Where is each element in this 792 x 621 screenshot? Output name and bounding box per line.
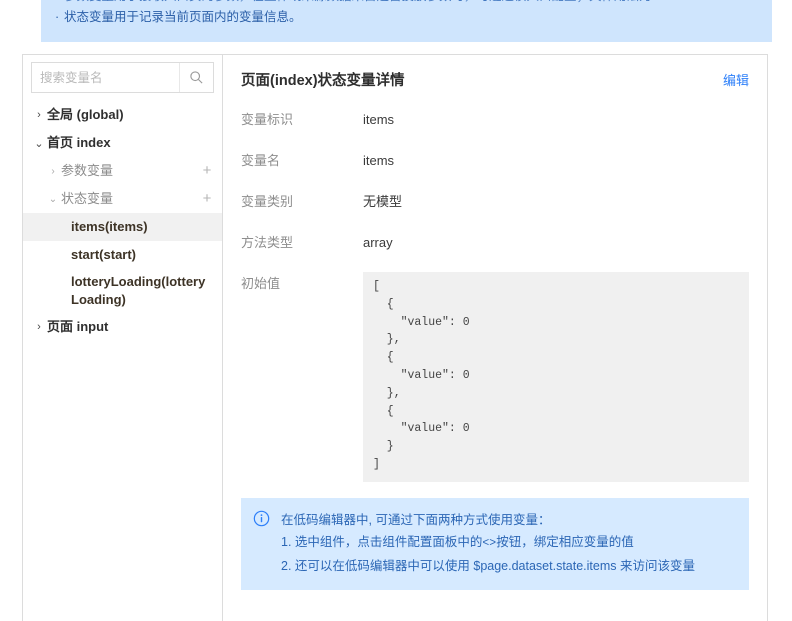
variable-tree: › 全局 (global) ⌄ 首页 index › 参数变量 + ⌄ 状态变量…: [23, 99, 222, 341]
detail-header: 页面(index)状态变量详情 编辑: [241, 69, 749, 90]
page-title: 页面(index)状态变量详情: [241, 73, 405, 89]
tree-node-label: items(items): [71, 219, 148, 234]
banner-line-2: · 状态变量用于记录当前页面内的变量信息。: [55, 7, 758, 28]
variable-detail-pane: 页面(index)状态变量详情 编辑 变量标识 items 变量名 items …: [223, 55, 767, 621]
field-value: items: [363, 112, 395, 127]
banner-text-1: 参数变量用于接收入口页的参数，在整体或来源数据来自运营投放参数时，可通过该入口配…: [64, 0, 652, 3]
tree-node-param-variables[interactable]: › 参数变量 +: [23, 157, 222, 185]
info-step1-suffix: 按钮，绑定相应变量的值: [496, 534, 634, 549]
add-param-variable-button[interactable]: +: [200, 163, 214, 178]
banner-bullet-2: ·: [55, 10, 60, 24]
chevron-right-icon: ›: [37, 321, 41, 333]
chevron-right-icon: ›: [37, 109, 41, 121]
tree-node-label: 页面 input: [47, 319, 109, 334]
variables-panel: › 全局 (global) ⌄ 首页 index › 参数变量 + ⌄ 状态变量…: [22, 54, 768, 621]
edit-link[interactable]: 编辑: [723, 70, 749, 89]
banner-text-2: 状态变量用于记录当前页面内的变量信息。: [64, 10, 302, 24]
info-line-step-2: 2. 还可以在低码编辑器中可以使用 $page.dataset.state.it…: [281, 558, 695, 573]
usage-info-box: 在低码编辑器中, 可通过下面两种方式使用变量： 1. 选中组件，点击组件配置面板…: [241, 497, 749, 590]
field-variable-category: 变量类别 无模型: [241, 192, 749, 212]
field-value: 无模型: [363, 194, 403, 209]
tree-node-state-variables[interactable]: ⌄ 状态变量 +: [23, 185, 222, 213]
banner-bullet-1: ·: [55, 0, 64, 7]
tree-node-page-input[interactable]: › 页面 input: [23, 313, 222, 341]
chevron-down-icon: ⌄: [34, 137, 44, 150]
field-initial-value: 初始值 [ { "value": 0 }, { "value": 0 }, { …: [241, 272, 749, 482]
info-circle-icon: [253, 509, 275, 577]
chevron-right-icon: ›: [51, 165, 55, 177]
tree-node-items[interactable]: items(items): [23, 213, 222, 241]
field-label: 变量名: [241, 153, 281, 168]
search-icon: [189, 70, 204, 85]
field-label: 变量类别: [241, 194, 294, 209]
search-input[interactable]: [32, 63, 179, 92]
field-label: 初始值: [241, 276, 281, 291]
field-value: items: [363, 153, 395, 168]
tree-node-label: 参数变量: [61, 163, 114, 178]
chevron-down-icon: ⌄: [48, 193, 58, 205]
banner-line-1: ·参数变量用于接收入口页的参数，在整体或来源数据来自运营投放参数时，可通过该入口…: [55, 0, 758, 7]
tree-node-start[interactable]: start(start): [23, 241, 222, 269]
tree-node-label: 全局 (global): [47, 107, 124, 122]
info-line-intro: 在低码编辑器中, 可通过下面两种方式使用变量：: [281, 512, 551, 527]
field-label: 方法类型: [241, 235, 294, 250]
variable-tree-pane: › 全局 (global) ⌄ 首页 index › 参数变量 + ⌄ 状态变量…: [23, 55, 223, 621]
tree-node-global[interactable]: › 全局 (global): [23, 101, 222, 129]
tree-node-lottery-loading[interactable]: lotteryLoading(lotteryLoading): [23, 269, 222, 313]
field-label: 变量标识: [241, 112, 294, 127]
tree-node-label: 状态变量: [61, 191, 114, 206]
field-variable-id: 变量标识 items: [241, 110, 749, 130]
tree-node-label: 首页 index: [47, 135, 111, 150]
tree-node-label: lotteryLoading(lotteryLoading): [71, 274, 206, 307]
info-step1-prefix: 1. 选中组件，点击组件配置面板中的: [281, 534, 483, 549]
code-brackets-icon: <>: [482, 536, 497, 550]
add-state-variable-button[interactable]: +: [200, 191, 214, 206]
initial-value-code: [ { "value": 0 }, { "value": 0 }, { "val…: [363, 272, 749, 482]
info-line-step-1: 1. 选中组件，点击组件配置面板中的<>按钮，绑定相应变量的值: [281, 531, 735, 555]
search-button[interactable]: [179, 63, 213, 92]
field-value: array: [363, 235, 393, 250]
field-variable-name: 变量名 items: [241, 151, 749, 171]
tree-node-index[interactable]: ⌄ 首页 index: [23, 129, 222, 157]
field-method-type: 方法类型 array: [241, 233, 749, 253]
usage-info-lines: 在低码编辑器中, 可通过下面两种方式使用变量： 1. 选中组件，点击组件配置面板…: [275, 509, 735, 577]
notice-banner: ·参数变量用于接收入口页的参数，在整体或来源数据来自运营投放参数时，可通过该入口…: [41, 0, 772, 42]
tree-node-label: start(start): [71, 247, 137, 262]
search-box[interactable]: [31, 62, 214, 93]
